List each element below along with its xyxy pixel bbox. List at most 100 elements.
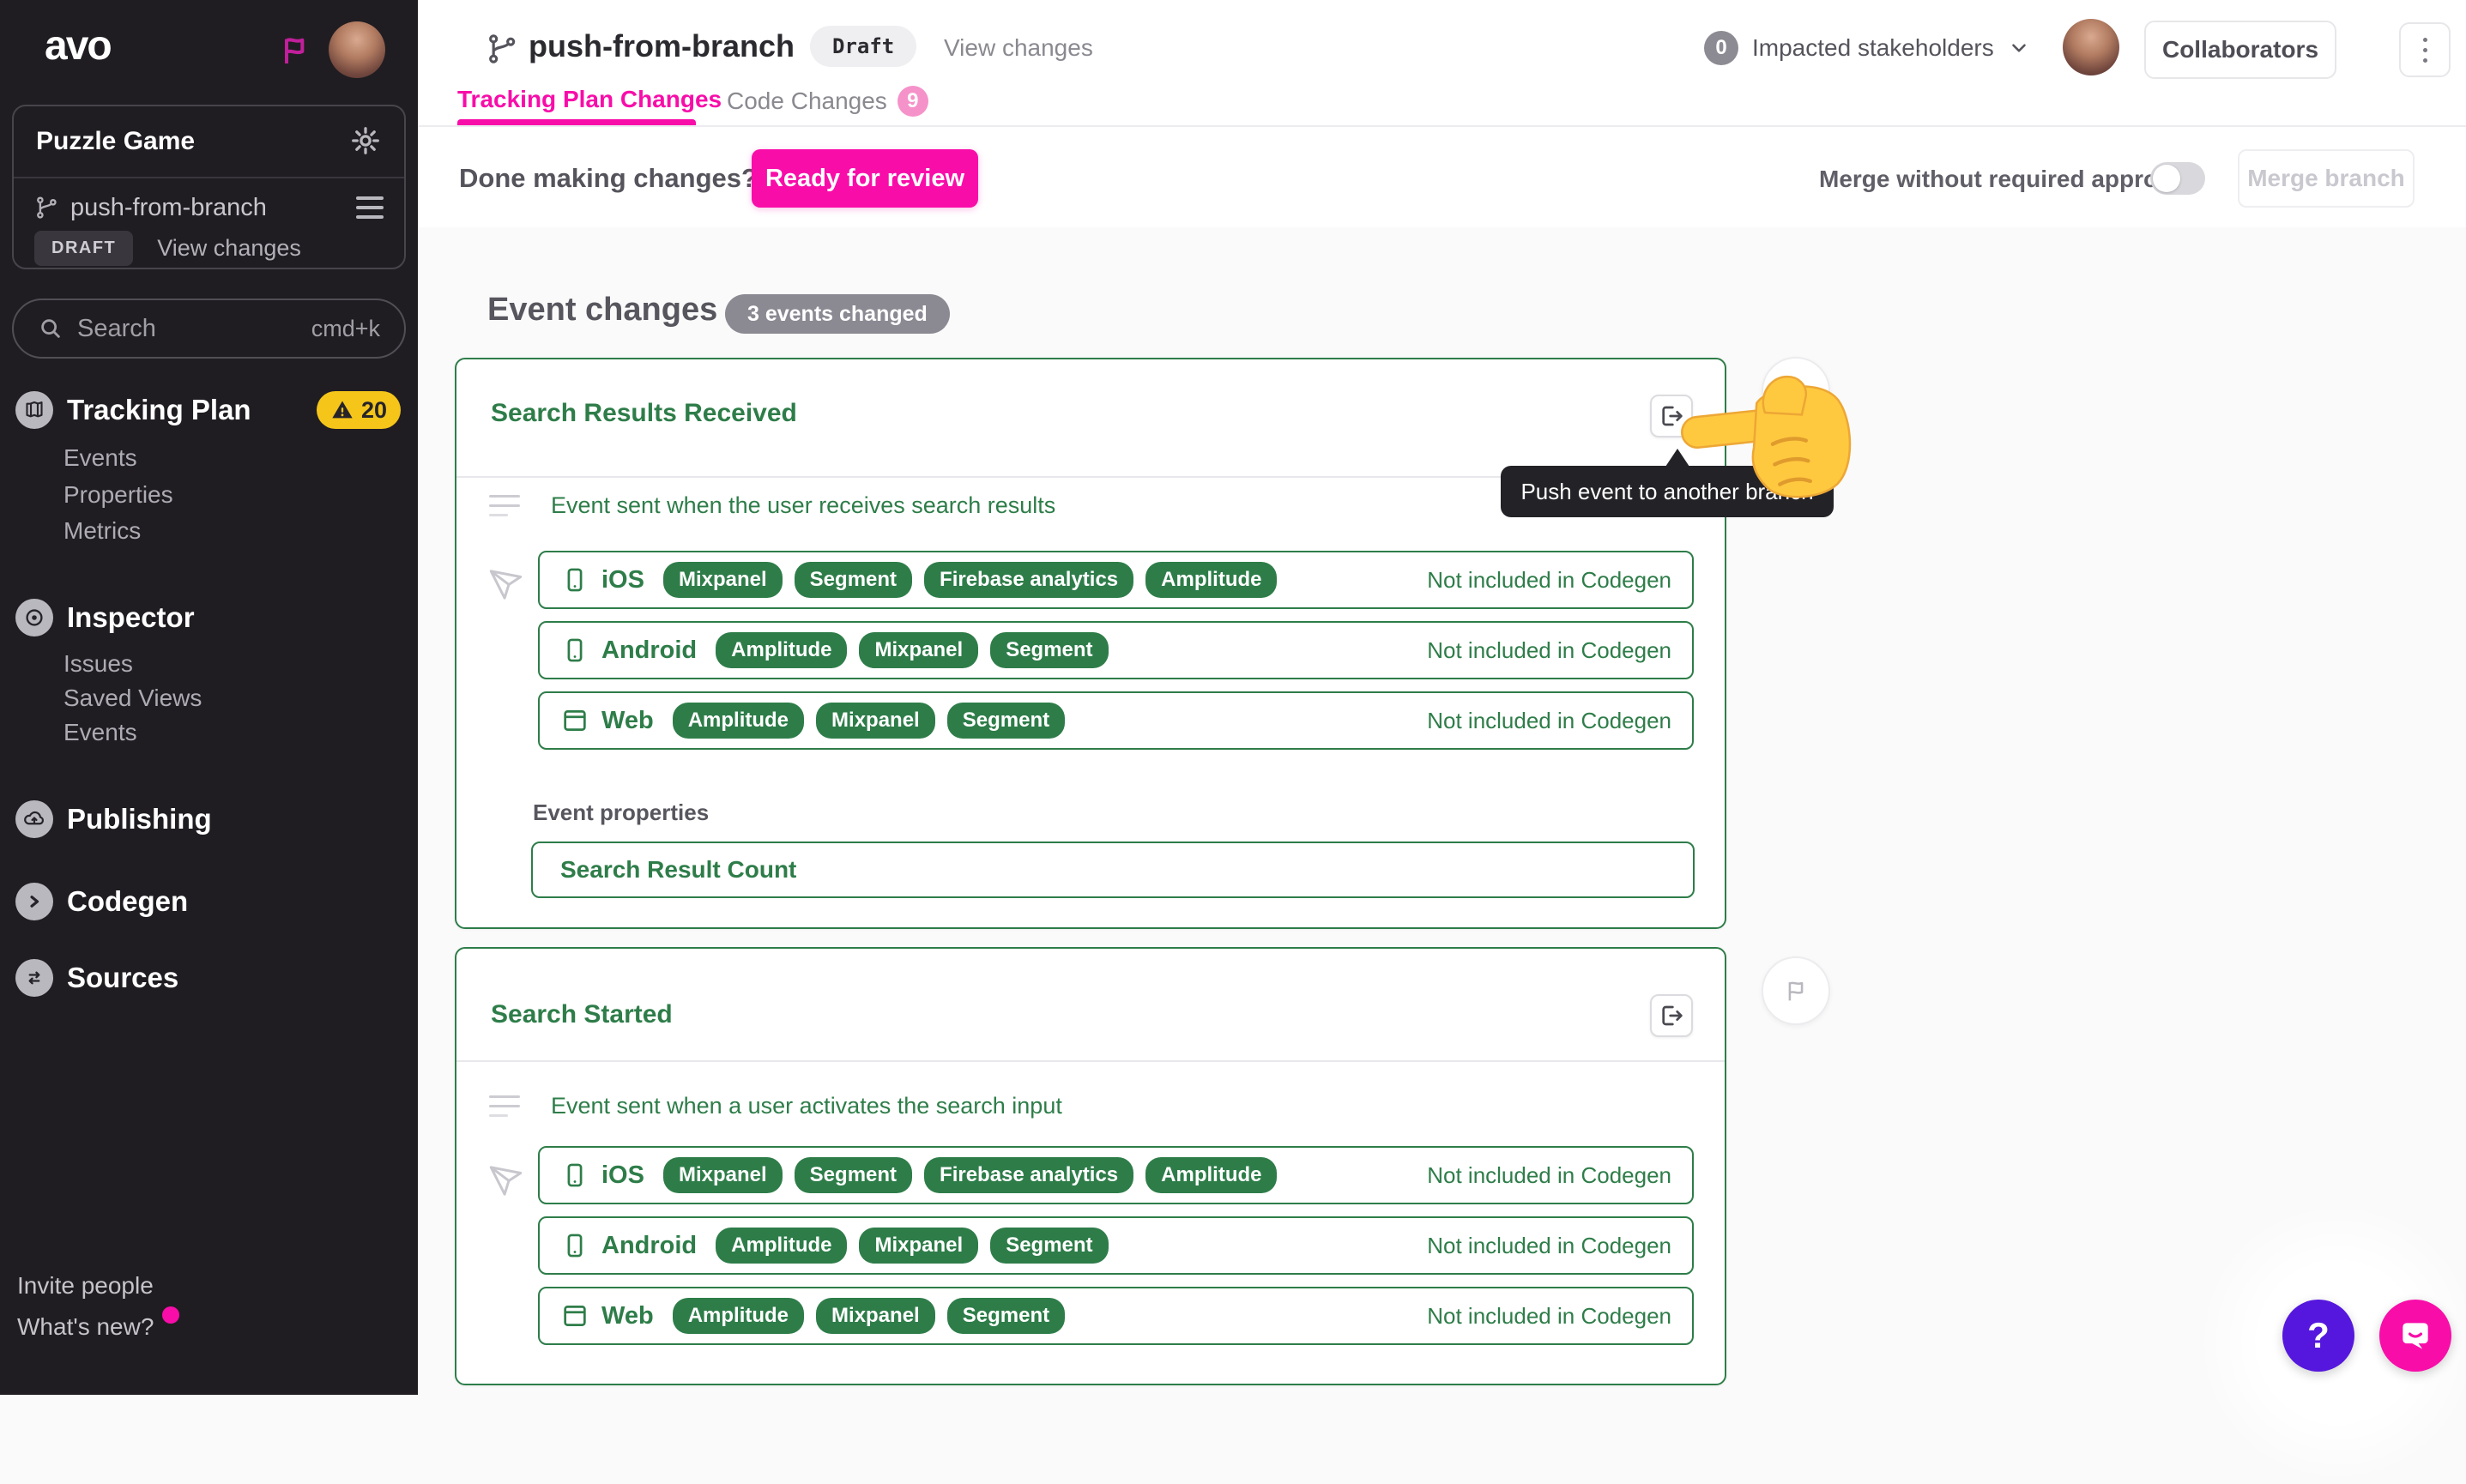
platform-row-android[interactable]: Android Amplitude Mixpanel Segment Not i… — [538, 1216, 1694, 1275]
event-description: Event sent when a user activates the sea… — [551, 1093, 1062, 1119]
cloud-upload-icon — [15, 800, 53, 838]
whats-new-link[interactable]: What's new? — [17, 1313, 154, 1341]
property-name: Search Result Count — [560, 856, 796, 884]
search-box[interactable]: cmd+k — [12, 299, 406, 359]
destination-badge: Segment — [947, 1298, 1065, 1334]
view-changes-link[interactable]: View changes — [157, 235, 301, 262]
destination-badge: Amplitude — [673, 1298, 804, 1334]
merge-approval-toggle[interactable] — [2150, 162, 2205, 195]
sidebar-item-tracking-plan[interactable]: Tracking Plan — [15, 391, 251, 429]
merge-toggle-label: Merge without required approval — [1819, 166, 2191, 193]
platform-row-web[interactable]: Web Amplitude Mixpanel Segment Not inclu… — [538, 1287, 1694, 1345]
destination-badge: Mixpanel — [663, 562, 783, 598]
destination-badge: Firebase analytics — [924, 562, 1133, 598]
destination-badge: Segment — [947, 703, 1065, 739]
platform-name: iOS — [601, 1161, 644, 1190]
phone-icon — [560, 636, 589, 665]
avatar[interactable] — [329, 21, 385, 78]
sidebar-item-issues[interactable]: Issues — [63, 650, 133, 678]
platform-row-android[interactable]: Android Amplitude Mixpanel Segment Not i… — [538, 621, 1694, 679]
menu-icon[interactable] — [356, 196, 384, 219]
branch-row[interactable]: push-from-branch — [34, 189, 384, 226]
destination-badge: Amplitude — [716, 632, 847, 668]
search-shortcut: cmd+k — [311, 316, 380, 342]
destination-badge: Amplitude — [673, 703, 804, 739]
divider — [14, 177, 404, 178]
platform-row-ios[interactable]: iOS Mixpanel Segment Firebase analytics … — [538, 551, 1694, 609]
destination-badge: Mixpanel — [816, 1298, 935, 1334]
page-title: push-from-branch — [529, 28, 795, 64]
sidebar-item-inspector[interactable]: Inspector — [15, 599, 195, 636]
flag-icon[interactable] — [276, 33, 314, 70]
sidebar-item-sources[interactable]: Sources — [15, 959, 178, 997]
sidebar-item-metrics[interactable]: Metrics — [63, 517, 141, 545]
event-name[interactable]: Search Results Received — [491, 399, 797, 428]
description-icon — [489, 1095, 520, 1117]
branch-status-row: DRAFT View changes — [34, 230, 301, 266]
divider — [418, 125, 2466, 127]
map-icon — [15, 391, 53, 429]
workspace-name: Puzzle Game — [36, 127, 195, 156]
avo-logo[interactable]: avo — [45, 22, 111, 69]
tab-tracking-plan-changes[interactable]: Tracking Plan Changes — [457, 86, 722, 113]
sidebar-item-codegen[interactable]: Codegen — [15, 883, 188, 920]
event-property-row[interactable]: Search Result Count — [531, 842, 1695, 898]
destination-badge: Mixpanel — [859, 632, 978, 668]
merge-branch-button[interactable]: Merge branch — [2238, 149, 2415, 208]
kebab-menu-button[interactable] — [2399, 22, 2451, 77]
sidebar-item-saved-views[interactable]: Saved Views — [63, 685, 202, 712]
invite-people-link[interactable]: Invite people — [17, 1272, 154, 1300]
draft-badge: DRAFT — [34, 231, 133, 266]
description-icon — [489, 495, 520, 516]
search-input[interactable] — [77, 315, 298, 343]
platform-name: Web — [601, 707, 654, 735]
event-description-row: Event sent when the user receives search… — [489, 492, 1055, 519]
notification-dot — [162, 1306, 179, 1324]
help-button[interactable]: ? — [2282, 1300, 2354, 1372]
destination-badge: Segment — [990, 1228, 1108, 1264]
sidebar-item-properties[interactable]: Properties — [63, 481, 173, 509]
event-changes-heading: Event changes — [487, 292, 717, 329]
push-event-button[interactable] — [1650, 994, 1693, 1037]
sidebar-item-inspector-events[interactable]: Events — [63, 719, 137, 746]
events-changed-badge: 3 events changed — [725, 294, 950, 334]
destination-badge: Amplitude — [716, 1228, 847, 1264]
impacted-stakeholders-dropdown[interactable]: 0 Impacted stakeholders — [1704, 26, 2030, 70]
workspace-panel: Puzzle Game push-from-branch DRAFT View … — [12, 105, 406, 269]
platform-row-ios[interactable]: iOS Mixpanel Segment Firebase analytics … — [538, 1146, 1694, 1204]
workspace-row[interactable]: Puzzle Game — [36, 122, 382, 161]
comment-flag-button[interactable] — [1762, 956, 1830, 1025]
chevron-circle-icon — [15, 883, 53, 920]
gear-icon[interactable] — [349, 125, 382, 158]
sidebar-item-publishing[interactable]: Publishing — [15, 800, 212, 838]
sidebar-item-events[interactable]: Events — [63, 444, 137, 472]
tab-code-changes[interactable]: Code Changes 9 — [727, 86, 928, 117]
sidebar: avo Puzzle Game push-from-branch DRAFT V… — [0, 0, 418, 1395]
platform-row-web[interactable]: Web Amplitude Mixpanel Segment Not inclu… — [538, 691, 1694, 750]
codegen-note: Not included in Codegen — [1427, 637, 1671, 664]
destination-badge: Amplitude — [1145, 562, 1277, 598]
codegen-note: Not included in Codegen — [1427, 567, 1671, 594]
destination-badge: Segment — [795, 562, 912, 598]
impacted-count-badge: 0 — [1704, 31, 1738, 65]
avatar[interactable] — [2063, 19, 2119, 75]
flag-icon — [1781, 976, 1810, 1005]
browser-icon — [560, 1301, 589, 1330]
event-name[interactable]: Search Started — [491, 1000, 673, 1029]
chat-button[interactable] — [2379, 1300, 2451, 1372]
warning-icon — [330, 398, 354, 422]
phone-icon — [560, 1231, 589, 1260]
event-description-row: Event sent when a user activates the sea… — [489, 1093, 1062, 1119]
collaborators-button[interactable]: Collaborators — [2144, 21, 2336, 79]
warning-badge: 20 — [317, 391, 401, 429]
codegen-note: Not included in Codegen — [1427, 1303, 1671, 1330]
destination-badge: Mixpanel — [816, 703, 935, 739]
sidebar-item-label: Tracking Plan — [67, 394, 251, 426]
platform-name: Android — [601, 1232, 697, 1260]
chat-bubble-icon — [2396, 1317, 2434, 1354]
ready-for-review-button[interactable]: Ready for review — [752, 149, 978, 208]
view-changes-link[interactable]: View changes — [944, 34, 1093, 62]
phone-icon — [560, 1161, 589, 1190]
codegen-note: Not included in Codegen — [1427, 1162, 1671, 1189]
status-badge: Draft — [810, 26, 916, 67]
